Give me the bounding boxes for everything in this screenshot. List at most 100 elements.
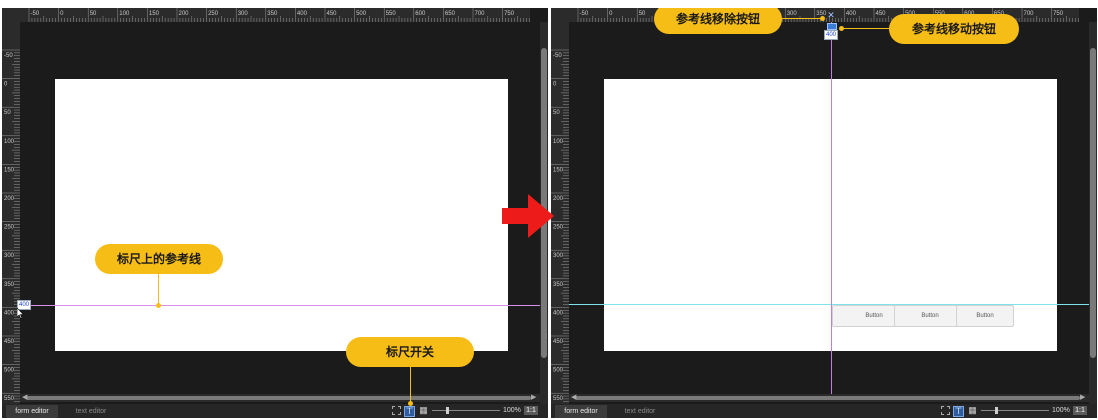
horizontal-ruler[interactable]: -500501001502002503003504004505005506006… [20,8,530,22]
tab-form-editor[interactable]: form editor [555,405,607,418]
ruler-tick-label: 750 [1053,11,1064,17]
ruler-tick-label: 100 [4,139,15,145]
ruler-tick-label: 50 [90,11,97,17]
ruler-tick-label: 450 [553,339,564,345]
scroll-thumb[interactable] [1090,48,1096,358]
ruler-tick-label: 300 [238,11,249,17]
ruler-tick-label: 500 [4,368,15,374]
pointer-cursor-icon [17,308,25,319]
ruler-tick-label: 700 [475,11,486,17]
ruler-tick-label: 650 [445,11,456,17]
ruler-corner [2,8,20,22]
ruler-tick-label: 250 [208,11,219,17]
ruler-tick-label: 50 [639,11,646,17]
ruler-corner [551,8,569,22]
ruler-tick-label: -50 [31,11,40,17]
ruler-tick-label: 500 [553,368,564,374]
marquee-select-icon[interactable] [392,406,401,415]
ruler-tick-label: 50 [4,110,11,116]
ruler-tick-label: 350 [553,282,564,288]
zoom-slider-knob[interactable] [446,407,449,414]
zoom-level: 100% [503,407,521,414]
callout-ruler-guide: 标尺上的参考线 [95,244,223,274]
callout-guide-move-button: 参考线移动按钮 [889,14,1019,44]
zoom-level: 100% [1052,407,1070,414]
ruler-toggle-icon[interactable]: ⊤ [953,406,964,417]
ruler-tick-label: 350 [267,11,278,17]
scroll-left-arrow[interactable]: ◀ [571,394,576,402]
callout-dot [156,303,161,308]
ruler-tick-label: 300 [553,253,564,259]
ruler-tick-label: 550 [553,396,564,402]
editor-bottom-bar: form editor text editor ⊤ ▦ 100% 1:1 [551,404,1097,418]
ruler-tick-label: 450 [876,11,887,17]
horizontal-scrollbar[interactable] [569,394,1089,402]
ruler-tick-label: -50 [553,53,562,59]
ruler-tick-label: 250 [4,225,15,231]
grid-icon[interactable]: ▦ [419,406,428,415]
ruler-tick-label: 750 [504,11,515,17]
ruler-tick-label: 400 [297,11,308,17]
arrow-right-icon [502,194,554,238]
zoom-reset-button[interactable]: 1:1 [524,406,538,415]
ruler-tick-label: 400 [553,310,564,316]
tab-text-editor[interactable]: text editor [611,405,669,418]
tab-text-editor[interactable]: text editor [62,405,120,418]
zoom-reset-button[interactable]: 1:1 [1073,406,1087,415]
move-handle-icon[interactable] [827,23,837,30]
callout-guide-remove-button: 参考线移除按钮 [654,8,782,34]
ruler-tick-label: 150 [4,167,15,173]
callout-dot [408,401,413,406]
editor-bottom-bar: form editor text editor ⊤ ▦ 100% 1:1 [2,404,548,418]
callout-ruler-toggle: 标尺开关 [346,337,474,367]
ruler-tick-label: 450 [327,11,338,17]
ruler-tick-label: -50 [4,53,13,59]
vertical-guide-line[interactable] [831,22,832,394]
ruler-tick-label: -50 [580,11,589,17]
ruler-tick-label: 200 [4,196,15,202]
vertical-ruler[interactable]: -50050100150200250300350400450500550 [2,22,20,406]
horizontal-scrollbar[interactable] [20,394,540,402]
callout-dot [839,26,844,31]
tab-form-editor[interactable]: form editor [6,405,58,418]
callout-leader [841,28,889,29]
horizontal-guide-line[interactable] [20,305,540,306]
ruler-tick-label: 550 [4,396,15,402]
close-icon: ✕ [827,10,835,20]
ruler-tick-label: 600 [415,11,426,17]
guide-position-label: 400 [824,30,839,40]
callout-leader [410,367,411,405]
ruler-tick-label: 350 [4,282,15,288]
zoom-slider[interactable] [432,410,500,411]
ruler-tick-label: 400 [4,310,15,316]
scroll-thumb[interactable] [575,396,1080,400]
callout-leader [782,18,822,19]
canvas-button[interactable]: Button [956,305,1014,327]
horizontal-guide-line[interactable] [569,304,1089,305]
editor-panel-after: -500501001502002503003504004505005506006… [551,8,1097,418]
ruler-toggle-icon[interactable]: ⊤ [404,406,415,417]
ruler-tick-label: 100 [119,11,130,17]
grid-icon[interactable]: ▦ [968,406,977,415]
guide-remove-button[interactable]: ✕ [826,10,836,20]
ruler-tick-label: 300 [787,11,798,17]
form-canvas[interactable] [55,79,508,351]
scroll-thumb[interactable] [26,396,531,400]
scroll-right-arrow[interactable]: ▶ [531,394,536,402]
ruler-tick-label: 150 [553,167,564,173]
marquee-select-icon[interactable] [941,406,950,415]
ruler-tick-label: 300 [4,253,15,259]
ruler-tick-label: 200 [179,11,190,17]
zoom-slider-knob[interactable] [995,407,998,414]
ruler-background [2,22,20,406]
ruler-tick-label: 550 [386,11,397,17]
scroll-right-arrow[interactable]: ▶ [1080,394,1085,402]
ruler-tick-label: 150 [149,11,160,17]
scroll-left-arrow[interactable]: ◀ [22,394,27,402]
ruler-tick-label: 50 [553,110,560,116]
ruler-tick-label: 700 [1024,11,1035,17]
callout-dot [820,16,825,21]
callout-leader [158,274,159,305]
vertical-scrollbar[interactable] [1089,22,1097,406]
zoom-slider[interactable] [981,410,1049,411]
